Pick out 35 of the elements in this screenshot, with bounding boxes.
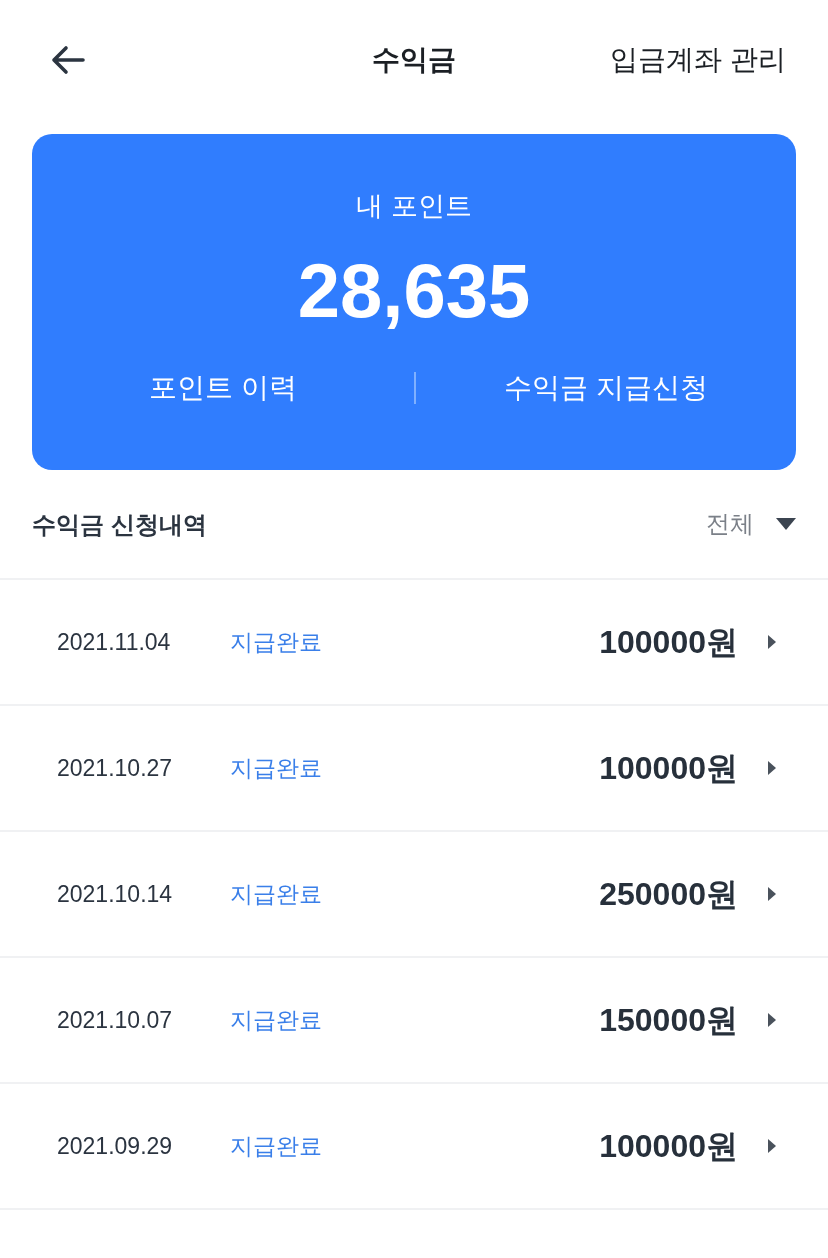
payout-row[interactable]: 2021.09.29 지급완료 100000원 [0, 1084, 828, 1210]
chevron-right-icon [768, 635, 776, 649]
payout-status: 지급완료 [230, 879, 322, 909]
page-title: 수익금 [372, 43, 456, 77]
payout-status: 지급완료 [230, 627, 322, 657]
payout-status: 지급완료 [230, 753, 322, 783]
account-manage-link[interactable]: 입금계좌 관리 [610, 39, 786, 81]
payout-date: 2021.10.27 [57, 753, 174, 783]
points-label: 내 포인트 [356, 190, 472, 223]
payout-amount: 100000원 [598, 623, 738, 662]
filter-dropdown[interactable]: 전체 [706, 506, 796, 542]
chevron-right-icon [768, 1139, 776, 1153]
points-value: 28,635 [297, 247, 531, 335]
caret-down-icon [776, 518, 796, 530]
card-action-button[interactable]: 포인트 이력 [149, 368, 297, 408]
payout-date: 2021.09.29 [57, 1131, 174, 1161]
payout-amount: 100000원 [598, 1127, 738, 1166]
chevron-right-icon [768, 761, 776, 775]
chevron-right-icon [768, 1013, 776, 1027]
payout-date: 2021.10.07 [57, 1005, 174, 1035]
payout-date: 2021.10.14 [57, 879, 174, 909]
payout-row[interactable]: 2021.10.07 지급완료 150000원 [0, 958, 828, 1084]
card-action-button[interactable]: 수익금 지급신청 [504, 368, 708, 408]
payout-date: 2021.11.04 [57, 627, 172, 657]
payout-amount: 150000원 [598, 1001, 738, 1040]
payout-status: 지급완료 [230, 1005, 322, 1035]
chevron-right-icon [768, 887, 776, 901]
back-arrow-icon [51, 45, 85, 75]
payout-status: 지급완료 [230, 1131, 322, 1161]
payout-row[interactable]: 2021.11.04 지급완료 100000원 [0, 580, 828, 706]
payout-row[interactable]: 2021.10.14 지급완료 250000원 [0, 832, 828, 958]
history-title: 수익금 신청내역 [32, 510, 207, 540]
payout-amount: 100000원 [598, 749, 738, 788]
payout-row[interactable]: 2021.10.27 지급완료 100000원 [0, 706, 828, 832]
payout-amount: 250000원 [598, 875, 738, 914]
